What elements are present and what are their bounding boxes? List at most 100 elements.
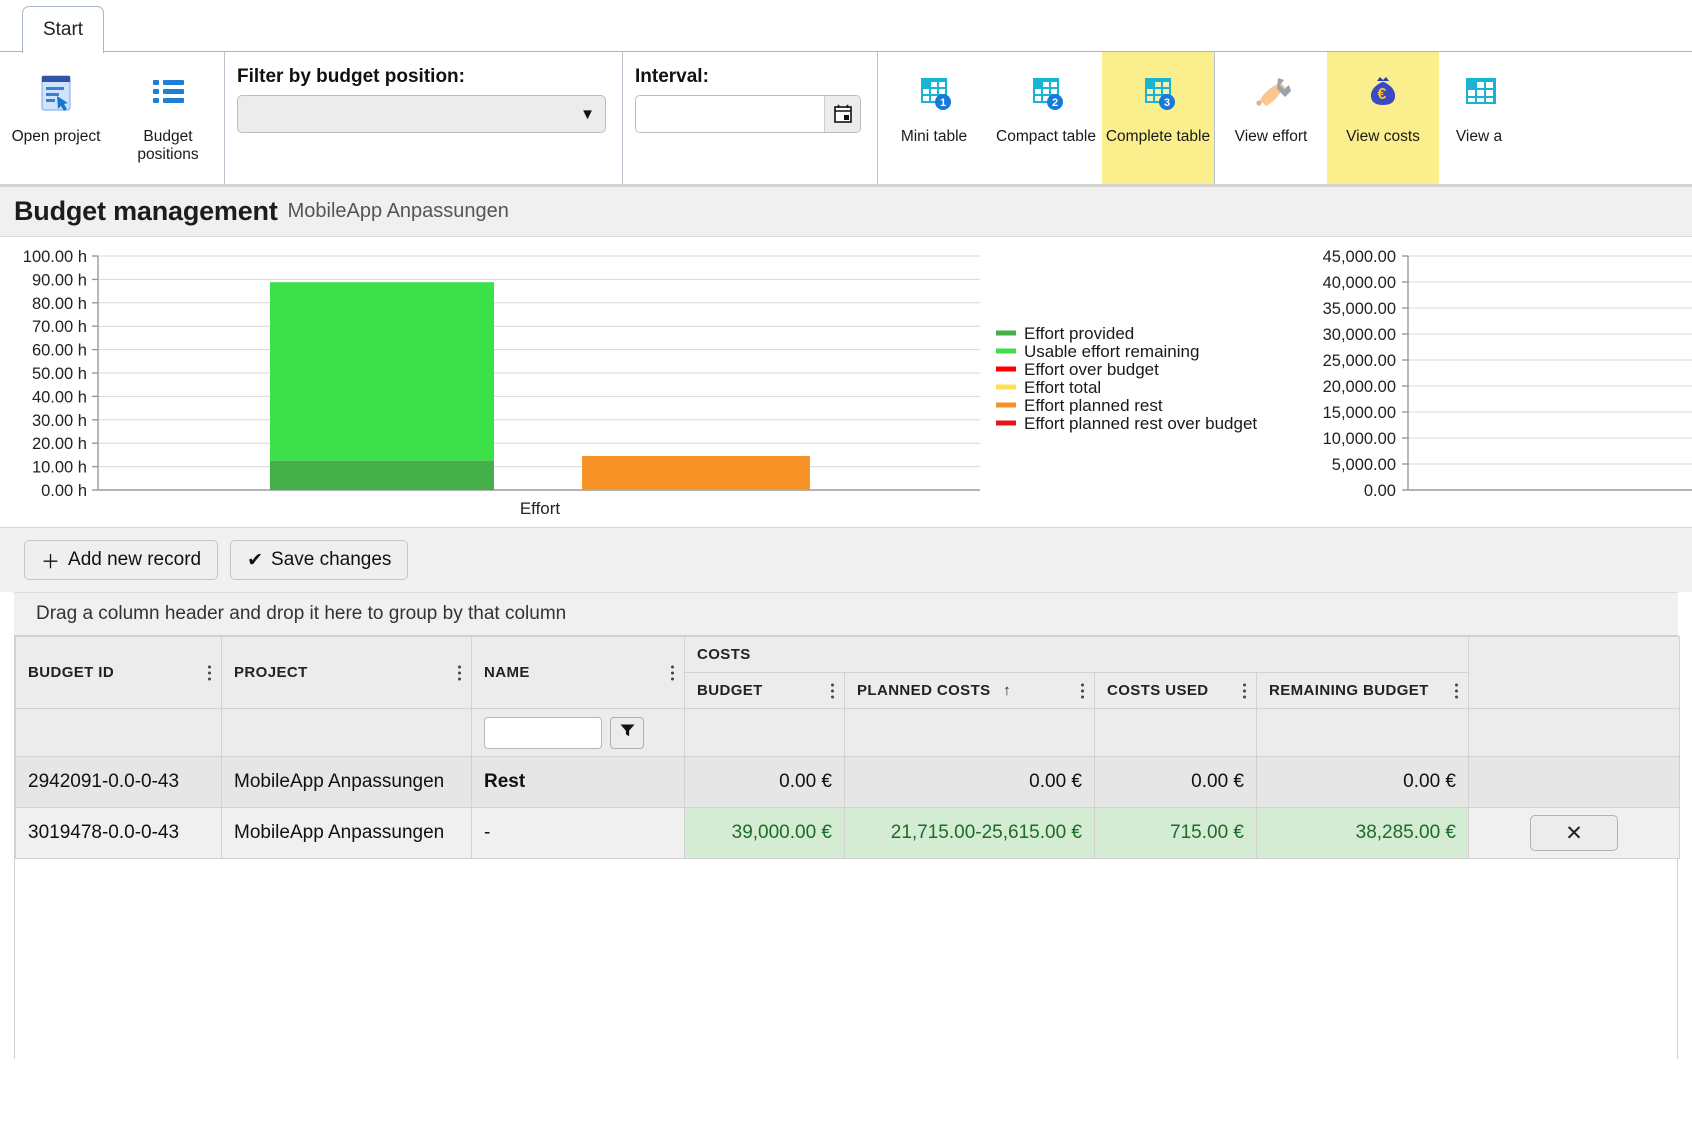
kebab-menu-icon[interactable] bbox=[458, 662, 461, 683]
column-header-budget[interactable]: BUDGET bbox=[684, 672, 845, 709]
kebab-menu-icon[interactable] bbox=[1243, 680, 1246, 701]
check-icon: ✔ bbox=[247, 549, 264, 571]
page-subtitle: MobileApp Anpassungen bbox=[287, 200, 509, 222]
table-row[interactable]: 2942091-0.0-0-43 MobileApp Anpassungen R… bbox=[15, 756, 1680, 808]
delete-row-button[interactable]: ✕ bbox=[1530, 815, 1618, 851]
view-effort-button[interactable]: View effort bbox=[1215, 52, 1327, 184]
effort-ytick-80: 80.00 h bbox=[32, 295, 87, 313]
ribbon-group-interval: Interval: bbox=[623, 52, 878, 184]
costs-ytick-40000: 40,000.00 bbox=[1323, 274, 1396, 292]
mini-table-button[interactable]: 1 Mini table bbox=[878, 52, 990, 184]
filter-by-budget-position-select[interactable]: ▼ bbox=[237, 95, 606, 133]
budget-positions-label: Budget positions bbox=[137, 128, 199, 163]
cell-actions: ✕ bbox=[1468, 807, 1680, 859]
kebab-menu-icon[interactable] bbox=[1455, 680, 1458, 701]
kebab-menu-icon[interactable] bbox=[671, 662, 674, 683]
costs-ytick-10000: 10,000.00 bbox=[1323, 430, 1396, 448]
costs-ytick-25000: 25,000.00 bbox=[1323, 352, 1396, 370]
column-header-planned-costs-label: PLANNED COSTS bbox=[857, 682, 991, 699]
open-project-button[interactable]: Open project bbox=[0, 52, 112, 184]
group-by-dropzone[interactable]: Drag a column header and drop it here to… bbox=[14, 592, 1678, 636]
calendar-icon[interactable] bbox=[824, 96, 860, 132]
plus-icon: ＋ bbox=[41, 551, 61, 573]
filter-cell-project bbox=[221, 708, 472, 757]
kebab-menu-icon[interactable] bbox=[1081, 680, 1084, 701]
view-costs-label: View costs bbox=[1346, 128, 1420, 145]
costs-ytick-0: 0.00 bbox=[1364, 482, 1396, 500]
column-header-name[interactable]: NAME bbox=[471, 636, 685, 709]
filter-by-budget-position-label: Filter by budget position: bbox=[237, 66, 465, 87]
effort-ytick-40: 40.00 h bbox=[32, 388, 87, 406]
column-header-remaining-budget[interactable]: REMAINING BUDGET bbox=[1256, 672, 1469, 709]
column-header-name-label: NAME bbox=[484, 664, 530, 681]
filter-cell-remaining-budget bbox=[1256, 708, 1469, 757]
cell-costs-used: 715.00 € bbox=[1094, 807, 1257, 859]
bar-effort-provided bbox=[270, 460, 494, 490]
view-costs-button[interactable]: € View costs bbox=[1327, 52, 1439, 184]
tab-start[interactable]: Start bbox=[22, 6, 104, 53]
filter-cell-budget-id bbox=[15, 708, 222, 757]
name-filter-button[interactable] bbox=[610, 716, 644, 749]
cell-planned-costs: 21,715.00-25,615.00 € bbox=[844, 807, 1095, 859]
cell-planned-costs: 0.00 € bbox=[844, 756, 1095, 808]
table-3-icon: 3 bbox=[1135, 70, 1181, 121]
money-bag-icon: € bbox=[1360, 70, 1406, 121]
filter-cell-planned-costs bbox=[844, 708, 1095, 757]
ribbon-group-project: Open project Budget positions bbox=[0, 52, 225, 184]
view-all-button[interactable]: View a bbox=[1439, 52, 1519, 184]
costs-ytick-15000: 15,000.00 bbox=[1323, 404, 1396, 422]
cell-budget-id: 2942091-0.0-0-43 bbox=[15, 756, 222, 808]
ribbon-group-filter: Filter by budget position: ▼ bbox=[225, 52, 623, 184]
tab-strip: Start bbox=[0, 0, 1692, 53]
kebab-menu-icon[interactable] bbox=[208, 662, 211, 683]
open-project-label: Open project bbox=[11, 128, 101, 145]
close-icon: ✕ bbox=[1565, 821, 1583, 845]
grid-header-row-1: BUDGET ID PROJECT NAME COSTS bbox=[15, 636, 1680, 709]
complete-table-button[interactable]: 3 Complete table bbox=[1102, 52, 1214, 184]
mini-table-label: Mini table bbox=[900, 128, 968, 145]
effort-ytick-30: 30.00 h bbox=[32, 412, 87, 430]
wrench-icon bbox=[1248, 70, 1294, 121]
cell-costs-used: 0.00 € bbox=[1094, 756, 1257, 808]
budget-grid: BUDGET ID PROJECT NAME COSTS BUDGET PLAN… bbox=[14, 636, 1680, 859]
column-group-header-costs[interactable]: COSTS bbox=[684, 636, 1469, 673]
effort-ytick-50: 50.00 h bbox=[32, 365, 87, 383]
group-by-hint: Drag a column header and drop it here to… bbox=[36, 603, 567, 624]
svg-text:3: 3 bbox=[1164, 97, 1170, 109]
column-header-project[interactable]: PROJECT bbox=[221, 636, 472, 709]
add-new-record-button[interactable]: ＋ Add new record bbox=[24, 540, 219, 580]
costs-ytick-20000: 20,000.00 bbox=[1323, 378, 1396, 396]
name-filter-input[interactable] bbox=[484, 716, 602, 749]
filter-cell-name bbox=[471, 708, 685, 757]
tab-start-label: Start bbox=[42, 19, 84, 40]
grid-filter-row bbox=[15, 708, 1680, 757]
effort-chart: 100.00 h 90.00 h 80.00 h 70.00 h 60.00 h… bbox=[23, 248, 980, 518]
column-group-header-costs-label: COSTS bbox=[697, 646, 751, 663]
sort-ascending-icon: ↑ bbox=[1003, 682, 1012, 699]
effort-xaxis-label: Effort bbox=[520, 499, 561, 518]
compact-table-button[interactable]: 2 Compact table bbox=[990, 52, 1102, 184]
column-header-budget-id[interactable]: BUDGET ID bbox=[15, 636, 222, 709]
complete-table-label: Complete table bbox=[1105, 128, 1211, 145]
view-effort-label: View effort bbox=[1234, 128, 1308, 145]
column-header-costs-used[interactable]: COSTS USED bbox=[1094, 672, 1257, 709]
kebab-menu-icon[interactable] bbox=[831, 680, 834, 701]
costs-ytick-30000: 30,000.00 bbox=[1323, 326, 1396, 344]
effort-ytick-100: 100.00 h bbox=[23, 248, 87, 266]
page-title-bar: Budget management MobileApp Anpassungen bbox=[0, 187, 1692, 237]
table-row[interactable]: 3019478-0.0-0-43 MobileApp Anpassungen -… bbox=[15, 807, 1680, 859]
costs-ytick-35000: 35,000.00 bbox=[1323, 300, 1396, 318]
interval-date-input[interactable] bbox=[635, 95, 861, 133]
column-header-planned-costs[interactable]: PLANNED COSTS ↑ bbox=[844, 672, 1095, 709]
effort-ytick-20: 20.00 h bbox=[32, 435, 87, 453]
page-title: Budget management bbox=[14, 196, 278, 226]
legend-label-effort-over-budget: Effort over budget bbox=[1024, 360, 1159, 379]
effort-ytick-90: 90.00 h bbox=[32, 271, 87, 289]
ribbon-toolbar: Open project Budget positions Filter by … bbox=[0, 52, 1692, 187]
legend-label-effort-total: Effort total bbox=[1024, 378, 1101, 397]
save-changes-button[interactable]: ✔ Save changes bbox=[230, 540, 409, 580]
column-header-costs-used-label: COSTS USED bbox=[1107, 682, 1209, 699]
column-header-budget-label: BUDGET bbox=[697, 682, 763, 699]
effort-ytick-10: 10.00 h bbox=[32, 459, 87, 477]
budget-positions-button[interactable]: Budget positions bbox=[112, 52, 224, 184]
